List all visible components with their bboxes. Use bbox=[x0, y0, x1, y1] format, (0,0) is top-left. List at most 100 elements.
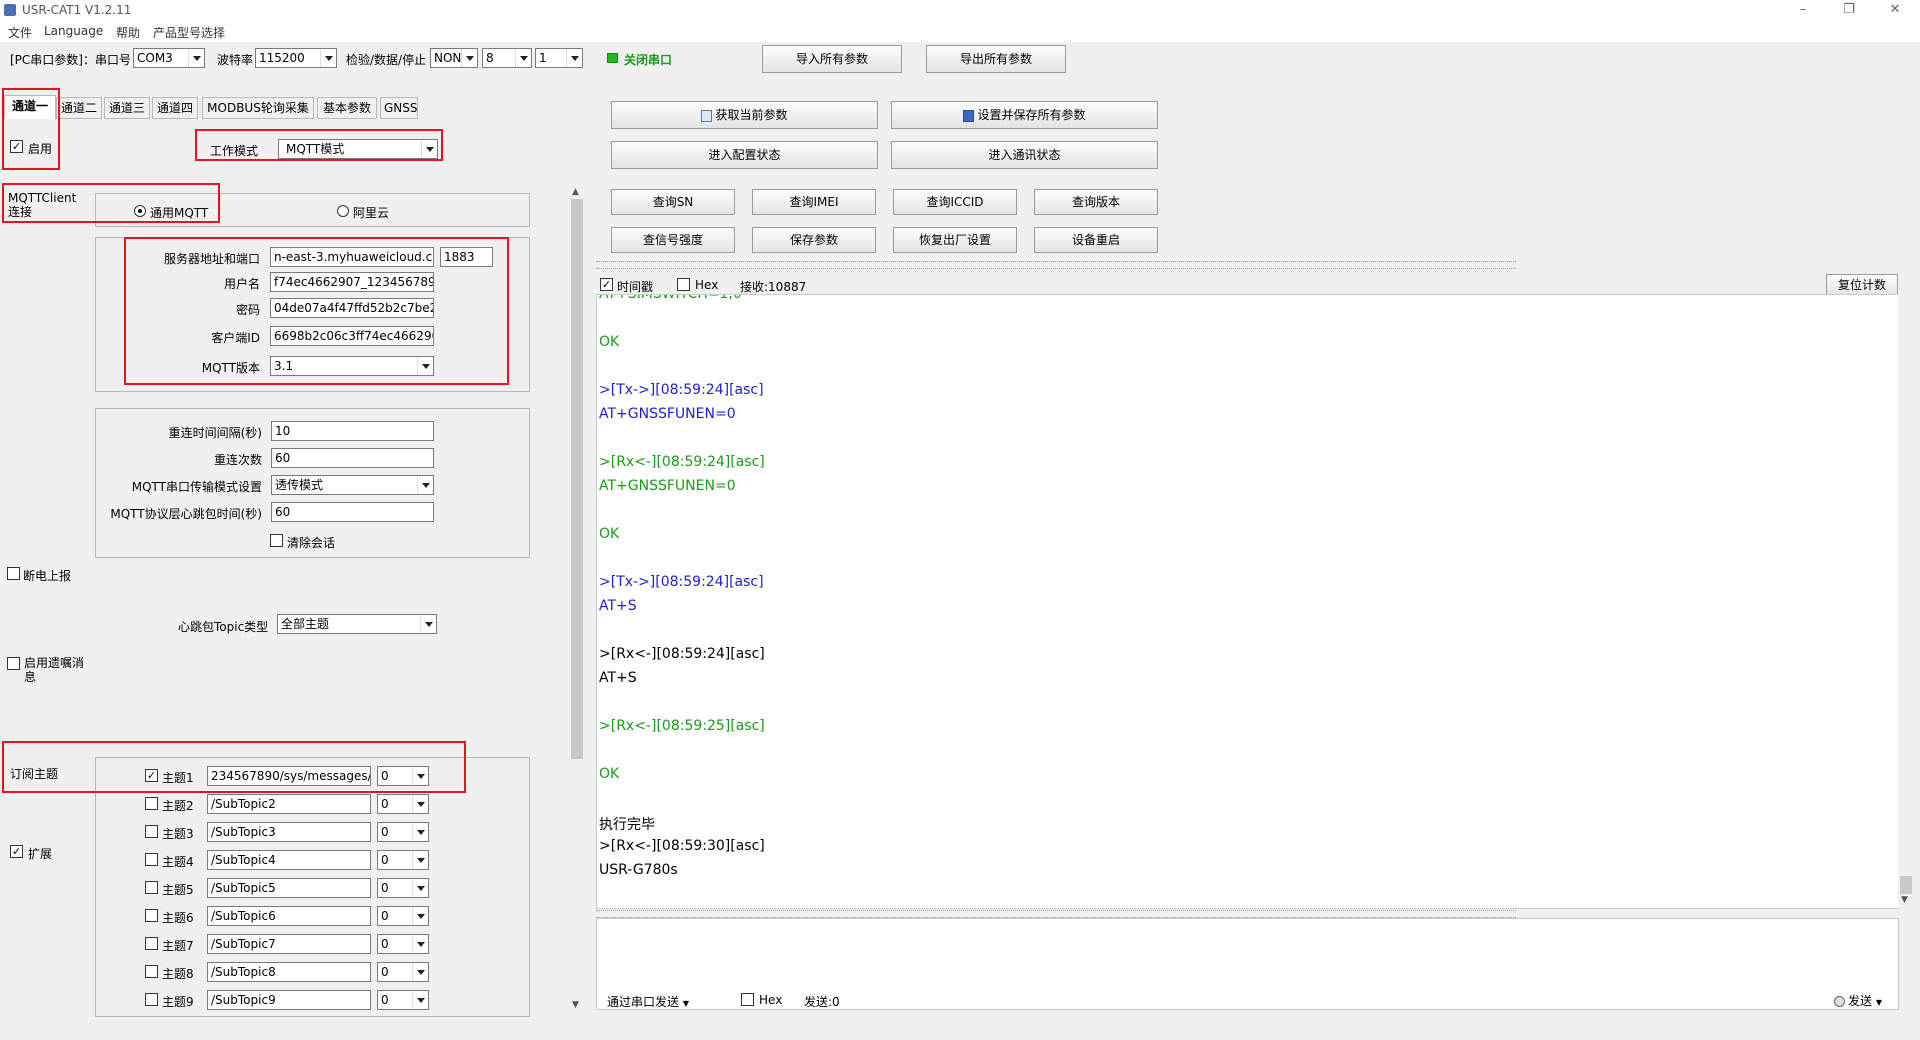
console-scroll-thumb[interactable] bbox=[1900, 876, 1912, 894]
reconnect-interval-input[interactable]: 10 bbox=[271, 421, 434, 441]
save-params-button[interactable]: 保存参数 bbox=[752, 227, 876, 253]
enter-config-button[interactable]: 进入配置状态 bbox=[611, 141, 878, 169]
topic-4-checkbox[interactable] bbox=[145, 853, 158, 866]
topic-6-qos-select[interactable]: 0 bbox=[377, 906, 429, 926]
tab-gnss[interactable]: GNSS bbox=[380, 97, 418, 119]
reset-count-button[interactable]: 复位计数 bbox=[1826, 274, 1898, 296]
parity-select[interactable]: NONI bbox=[430, 48, 478, 68]
factory-reset-button[interactable]: 恢复出厂设置 bbox=[893, 227, 1017, 253]
console-scrollbar[interactable]: ▼ bbox=[1898, 294, 1914, 909]
chevron-down-icon bbox=[461, 49, 477, 67]
topic-5-qos-select[interactable]: 0 bbox=[377, 878, 429, 898]
topic-2-checkbox[interactable] bbox=[145, 797, 158, 810]
console-line: >[Tx->][08:59:24][asc] bbox=[599, 382, 764, 398]
topic-2-qos-select[interactable]: 0 bbox=[377, 794, 429, 814]
menu-product-select[interactable]: 产品型号选择 bbox=[153, 24, 225, 41]
topic-8-qos-select[interactable]: 0 bbox=[377, 962, 429, 982]
keepalive-input[interactable]: 60 bbox=[271, 502, 434, 522]
get-params-label: 获取当前参数 bbox=[715, 108, 788, 122]
transfer-mode-label: MQTT串口传输模式设置 bbox=[131, 480, 262, 494]
power-report-checkbox[interactable] bbox=[7, 567, 20, 580]
console-line: OK bbox=[599, 334, 620, 350]
chevron-down-icon bbox=[412, 991, 428, 1009]
rx-hex-checkbox[interactable] bbox=[677, 278, 690, 291]
timestamp-checkbox[interactable]: ✓ bbox=[600, 278, 613, 291]
will-message-checkbox[interactable] bbox=[7, 657, 20, 670]
get-params-button[interactable]: 获取当前参数 bbox=[611, 101, 878, 129]
close-button[interactable]: ✕ bbox=[1872, 0, 1918, 22]
reconnect-count-input[interactable]: 60 bbox=[271, 448, 434, 468]
console-line: 执行完毕 bbox=[599, 817, 655, 833]
topic-3-qos-select[interactable]: 0 bbox=[377, 822, 429, 842]
query-imei-button[interactable]: 查询IMEI bbox=[752, 189, 876, 215]
close-port-button[interactable]: 关闭串口 bbox=[624, 51, 672, 68]
clean-session-label: 清除会话 bbox=[287, 536, 336, 550]
send-input[interactable] bbox=[596, 918, 1899, 1010]
tx-hex-checkbox[interactable] bbox=[741, 993, 754, 1006]
receive-console[interactable]: AT+SIMSWITCH=1,0 OK >[Tx->][08:59:24][asc]… bbox=[596, 294, 1899, 909]
tab-channel-4[interactable]: 通道四 bbox=[152, 97, 198, 119]
left-scrollbar[interactable]: ▲ ▼ bbox=[569, 185, 585, 1015]
topic-3-input[interactable]: /SubTopic3 bbox=[207, 822, 371, 842]
scroll-down-icon[interactable]: ▼ bbox=[1901, 895, 1908, 905]
scroll-up-icon[interactable]: ▲ bbox=[572, 187, 579, 197]
query-sn-button[interactable]: 查询SN bbox=[611, 189, 735, 215]
tab-channel-2[interactable]: 通道二 bbox=[56, 97, 102, 119]
data-bits-select[interactable]: 8 bbox=[482, 48, 532, 68]
via-serial-select[interactable]: 通过串口发送 ▼ bbox=[607, 993, 689, 1010]
tab-basic-params[interactable]: 基本参数 bbox=[317, 97, 377, 119]
scroll-down-icon[interactable]: ▼ bbox=[572, 1000, 579, 1010]
window-title: USR-CAT1 V1.2.11 bbox=[22, 3, 132, 17]
topic-4-input[interactable]: /SubTopic4 bbox=[207, 850, 371, 870]
topic-8-checkbox[interactable] bbox=[145, 965, 158, 978]
set-save-all-button[interactable]: 设置并保存所有参数 bbox=[891, 101, 1158, 129]
baud-select[interactable]: 115200 bbox=[255, 48, 337, 68]
stop-bits-select[interactable]: 1 bbox=[535, 48, 583, 68]
radio-aliyun-label: 阿里云 bbox=[353, 206, 390, 220]
topic-2-input[interactable]: /SubTopic2 bbox=[207, 794, 371, 814]
topic-8-input[interactable]: /SubTopic8 bbox=[207, 962, 371, 982]
topic-6-input[interactable]: /SubTopic6 bbox=[207, 906, 371, 926]
topic-7-input[interactable]: /SubTopic7 bbox=[207, 934, 371, 954]
chevron-down-icon bbox=[417, 476, 433, 494]
topic-5-input[interactable]: /SubTopic5 bbox=[207, 878, 371, 898]
topic-4-qos-select[interactable]: 0 bbox=[377, 850, 429, 870]
port-select[interactable]: COM3 bbox=[133, 48, 205, 68]
export-all-params-button[interactable]: 导出所有参数 bbox=[926, 45, 1066, 73]
top-splitter[interactable] bbox=[596, 261, 1516, 269]
status-led-icon bbox=[607, 53, 618, 63]
clean-session-checkbox[interactable] bbox=[270, 534, 283, 547]
topic-9-input[interactable]: /SubTopic9 bbox=[207, 990, 371, 1010]
menu-file[interactable]: 文件 bbox=[8, 24, 32, 41]
data-bits-value: 8 bbox=[486, 51, 494, 65]
topic-3-checkbox[interactable] bbox=[145, 825, 158, 838]
topic-6-label: 主题6 bbox=[162, 911, 194, 925]
enter-comm-button[interactable]: 进入通讯状态 bbox=[891, 141, 1158, 169]
query-iccid-button[interactable]: 查询ICCID bbox=[893, 189, 1017, 215]
tab-modbus[interactable]: MODBUS轮询采集 bbox=[202, 97, 314, 119]
transfer-mode-select[interactable]: 透传模式 bbox=[271, 475, 434, 495]
topic-5-checkbox[interactable] bbox=[145, 881, 158, 894]
bottom-splitter[interactable] bbox=[596, 910, 1516, 918]
topic-6-checkbox[interactable] bbox=[145, 909, 158, 922]
topic-7-checkbox[interactable] bbox=[145, 937, 158, 950]
minimize-button[interactable]: – bbox=[1780, 0, 1826, 22]
topic-9-qos-select[interactable]: 0 bbox=[377, 990, 429, 1010]
menu-language[interactable]: Language bbox=[44, 24, 103, 38]
stop-bits-value: 1 bbox=[539, 51, 547, 65]
check-signal-button[interactable]: 查信号强度 bbox=[611, 227, 735, 253]
radio-aliyun[interactable] bbox=[337, 205, 349, 217]
expand-checkbox[interactable]: ✓ bbox=[10, 845, 23, 858]
send-button[interactable]: 发送 ▼ bbox=[1834, 992, 1882, 1009]
query-version-button[interactable]: 查询版本 bbox=[1034, 189, 1158, 215]
left-scroll-thumb[interactable] bbox=[571, 199, 583, 759]
menu-help[interactable]: 帮助 bbox=[116, 24, 140, 41]
device-restart-button[interactable]: 设备重启 bbox=[1034, 227, 1158, 253]
topic-7-qos-select[interactable]: 0 bbox=[377, 934, 429, 954]
restore-button[interactable]: ❐ bbox=[1826, 0, 1872, 22]
send-label: 发送 bbox=[1848, 994, 1873, 1008]
topic-9-checkbox[interactable] bbox=[145, 993, 158, 1006]
tab-channel-3[interactable]: 通道三 bbox=[104, 97, 150, 119]
import-all-params-button[interactable]: 导入所有参数 bbox=[762, 45, 902, 73]
heartbeat-topic-select[interactable]: 全部主题 bbox=[277, 614, 437, 634]
